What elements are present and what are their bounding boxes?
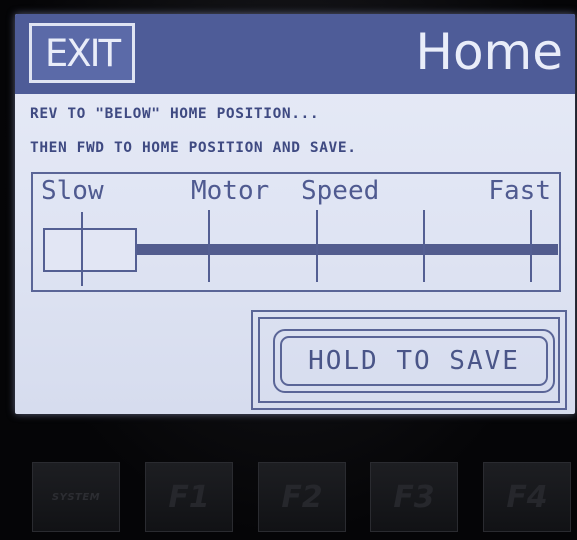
exit-button[interactable]: EXIT xyxy=(29,23,135,83)
slider-tick xyxy=(530,210,532,282)
system-key[interactable]: SYSTEM xyxy=(32,462,120,532)
speed-label: Speed xyxy=(301,176,380,206)
motor-speed-slider[interactable]: Slow Motor Speed Fast xyxy=(31,172,561,292)
f2-key[interactable]: F2 xyxy=(258,462,346,532)
f3-key[interactable]: F3 xyxy=(370,462,458,532)
lcd-screen: EXIT Home REV TO "BELOW" HOME POSITION..… xyxy=(15,14,575,414)
slow-label: Slow xyxy=(41,176,104,206)
hold-to-save-label: HOLD TO SAVE xyxy=(308,346,520,376)
f1-key[interactable]: F1 xyxy=(145,462,233,532)
page-title: Home xyxy=(415,23,563,81)
f4-key[interactable]: F4 xyxy=(483,462,571,532)
fast-label: Fast xyxy=(488,176,551,206)
slider-tick xyxy=(208,210,210,282)
instruction-line-2: THEN FWD TO HOME POSITION AND SAVE. xyxy=(30,140,357,156)
hold-to-save-button[interactable]: HOLD TO SAVE xyxy=(273,329,555,393)
slider-tick xyxy=(423,210,425,282)
instruction-line-1: REV TO "BELOW" HOME POSITION... xyxy=(30,106,320,122)
slider-tick xyxy=(316,210,318,282)
slider-handle-marker xyxy=(81,212,83,286)
title-bar: EXIT Home xyxy=(15,14,575,94)
slider-track[interactable] xyxy=(133,244,558,255)
slider-handle[interactable] xyxy=(43,228,137,272)
motor-label: Motor xyxy=(191,176,270,206)
